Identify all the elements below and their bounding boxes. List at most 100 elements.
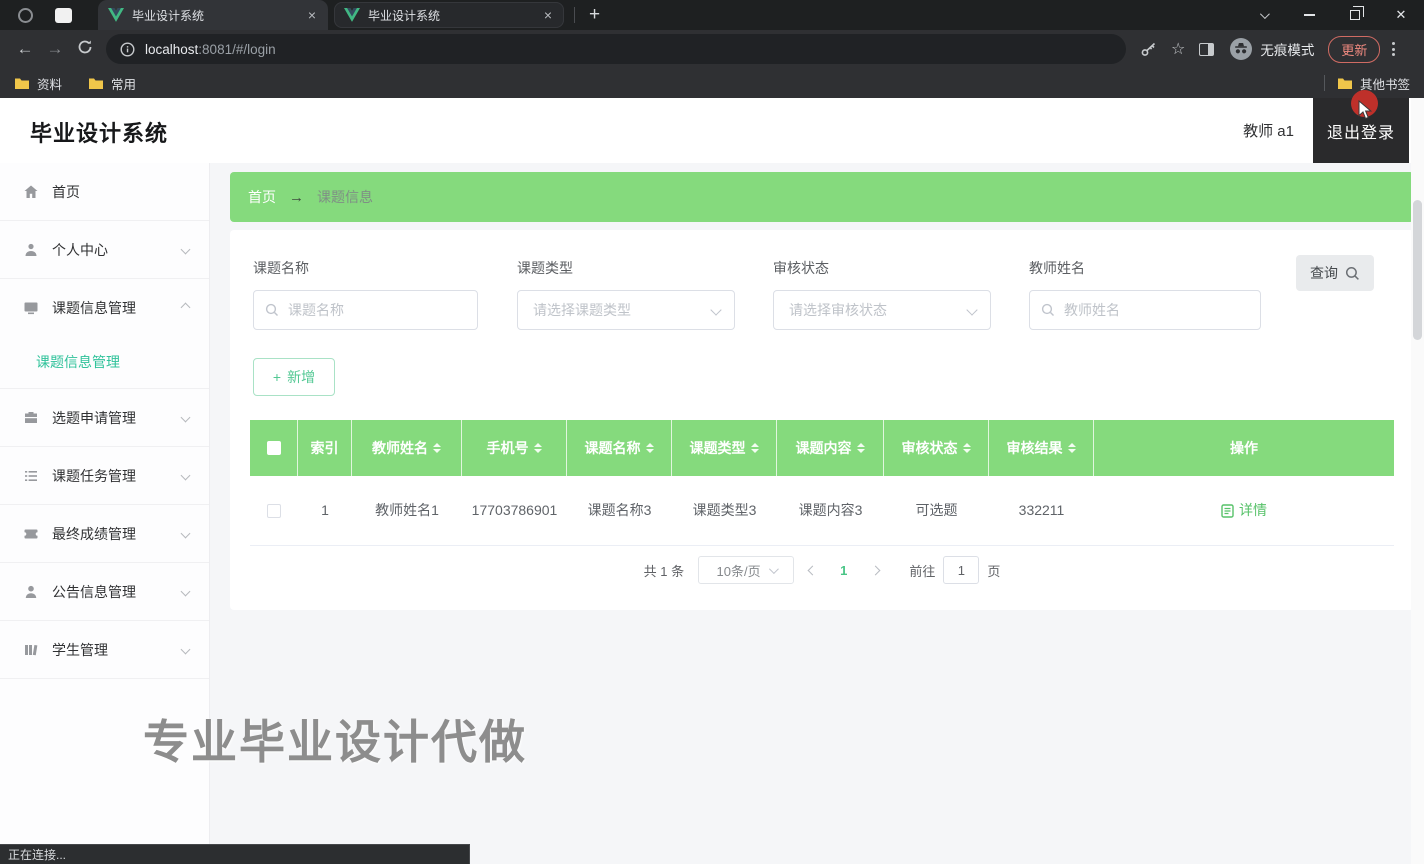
col-teacher-name[interactable]: 教师姓名 [352, 420, 462, 476]
window-minimize-button[interactable] [1286, 0, 1332, 30]
content-panel: 课题名称 课题类型 审核状态 教师姓名 请选择课题类型 请选择审核状态 查询 +… [230, 230, 1414, 610]
incognito-label: 无痕模式 [1260, 43, 1315, 58]
chevron-down-icon [768, 563, 779, 574]
sidebar-item-label: 公告信息管理 [52, 583, 136, 600]
pinned-tab-blank-icon[interactable] [55, 7, 72, 23]
sidebar-item-announcement-management[interactable]: 公告信息管理 [0, 563, 209, 620]
filter-label-topic-type: 课题类型 [517, 260, 573, 276]
topic-name-input[interactable] [253, 290, 478, 330]
sidebar-item-student-management[interactable]: 学生管理 [0, 621, 209, 678]
browser-tab-2[interactable]: 毕业设计系统 × [334, 2, 564, 28]
bookmarks-bar: 资料 常用 其他书签 [0, 68, 1424, 98]
add-button[interactable]: + 新增 [253, 358, 335, 396]
page-size-select[interactable]: 10条/页 [698, 556, 795, 584]
folder-icon [89, 78, 104, 89]
cell-index: 1 [321, 502, 329, 518]
tab-close-icon[interactable]: × [542, 7, 554, 23]
monitor-icon [24, 302, 38, 314]
goto-label: 前往 [909, 563, 936, 579]
breadcrumb: 首页 → 课题信息 [230, 172, 1414, 222]
col-audit-status[interactable]: 审核状态 [884, 420, 989, 476]
next-page-button[interactable] [861, 556, 889, 584]
page-size-label: 10条/页 [716, 563, 761, 579]
col-actions: 操作 [1230, 440, 1258, 456]
tab-search-icon[interactable] [1240, 0, 1286, 30]
goto-page-input[interactable] [943, 556, 980, 584]
forward-button[interactable]: → [40, 39, 70, 59]
site-info-icon[interactable] [120, 42, 135, 57]
chevron-down-icon [180, 644, 191, 655]
search-icon [265, 303, 278, 316]
pagination-total: 共 1 条 [643, 563, 685, 579]
breadcrumb-home[interactable]: 首页 [248, 187, 276, 207]
sidebar-item-topic-info-management[interactable]: 课题信息管理 [0, 279, 209, 336]
chevron-down-icon [180, 470, 191, 481]
reload-button[interactable] [70, 39, 100, 60]
tab-title: 毕业设计系统 [368, 8, 441, 23]
col-topic-name[interactable]: 课题名称 [567, 420, 672, 476]
folder-icon [15, 78, 29, 89]
filter-label-audit-status: 审核状态 [773, 260, 829, 276]
password-key-icon[interactable] [1140, 41, 1157, 58]
detail-link[interactable]: 详情 [1221, 500, 1267, 521]
chevron-down-icon [180, 244, 191, 255]
screen: 毕业设计系统 × 毕业设计系统 × + ✕ ← → localhost:8081… [0, 0, 1424, 864]
address-bar[interactable]: localhost:8081/#/login [106, 34, 1126, 64]
sidebar-subitem-topic-info-management[interactable]: 课题信息管理 [0, 336, 209, 388]
reload-icon [78, 40, 92, 53]
current-page[interactable]: 1 [830, 563, 857, 578]
scrollbar-thumb[interactable] [1413, 200, 1422, 340]
col-topic-type[interactable]: 课题类型 [672, 420, 777, 476]
sort-caret-icon [962, 439, 971, 457]
col-audit-result[interactable]: 审核结果 [989, 420, 1094, 476]
browser-tab-1[interactable]: 毕业设计系统 × [98, 0, 328, 30]
chevron-down-icon [180, 528, 191, 539]
new-tab-button[interactable]: + [589, 4, 600, 26]
bookmark-folder-changyong[interactable]: 常用 [88, 74, 136, 93]
bookmarks-separator [1323, 75, 1325, 91]
page-scrollbar[interactable] [1411, 98, 1424, 864]
select-all-checkbox[interactable] [266, 441, 281, 455]
col-phone[interactable]: 手机号 [462, 420, 567, 476]
select-all-cell[interactable] [250, 420, 298, 476]
teacher-name-input[interactable] [1029, 290, 1261, 330]
browser-status-bar: 正在连接... [0, 844, 470, 864]
side-panel-icon[interactable] [1199, 42, 1215, 56]
sidebar-item-home[interactable]: 首页 [0, 163, 209, 220]
search-icon [1345, 266, 1359, 280]
back-button[interactable]: ← [10, 39, 40, 59]
row-checkbox[interactable] [267, 503, 281, 518]
cell-audit-status: 可选题 [915, 502, 958, 518]
incognito-icon [1230, 38, 1253, 60]
chrome-update-button[interactable]: 更新 [1328, 35, 1381, 63]
window-restore-button[interactable] [1332, 0, 1378, 30]
audit-status-select[interactable]: 请选择审核状态 [773, 290, 991, 330]
tab-close-icon[interactable]: × [306, 7, 318, 23]
vue-logo-icon [344, 8, 360, 22]
sort-caret-icon [856, 439, 865, 457]
bookmark-folder-ziliao[interactable]: 资料 [14, 74, 62, 93]
col-index: 索引 [298, 420, 352, 476]
pinned-tab-circle-icon[interactable] [18, 7, 33, 23]
sort-caret-icon [750, 439, 759, 457]
col-topic-content[interactable]: 课题内容 [777, 420, 884, 476]
sidebar-item-final-grade-management[interactable]: 最终成绩管理 [0, 505, 209, 562]
search-button[interactable]: 查询 [1296, 255, 1374, 291]
chevron-down-icon [710, 304, 722, 316]
bookmark-star-icon[interactable]: ☆ [1171, 39, 1185, 59]
window-close-button[interactable]: ✕ [1378, 0, 1424, 30]
prev-page-button[interactable] [798, 556, 826, 584]
chevron-down-icon [180, 412, 191, 423]
books-icon [25, 644, 38, 655]
cell-teacher-name: 教师姓名1 [375, 502, 439, 518]
current-user-label: 教师 a1 [1243, 123, 1294, 140]
topic-type-select[interactable]: 请选择课题类型 [517, 290, 735, 330]
tab-separator [574, 7, 575, 23]
sidebar-item-personal-center[interactable]: 个人中心 [0, 221, 209, 278]
search-icon [1041, 303, 1054, 316]
incognito-badge: 无痕模式 [1230, 38, 1314, 60]
browser-toolbar: ← → localhost:8081/#/login ☆ 无痕模式 更新 [0, 30, 1424, 68]
browser-menu-icon[interactable] [1392, 42, 1396, 56]
sidebar-item-topic-application-management[interactable]: 选题申请管理 [0, 389, 209, 446]
sidebar-item-topic-task-management[interactable]: 课题任务管理 [0, 447, 209, 504]
